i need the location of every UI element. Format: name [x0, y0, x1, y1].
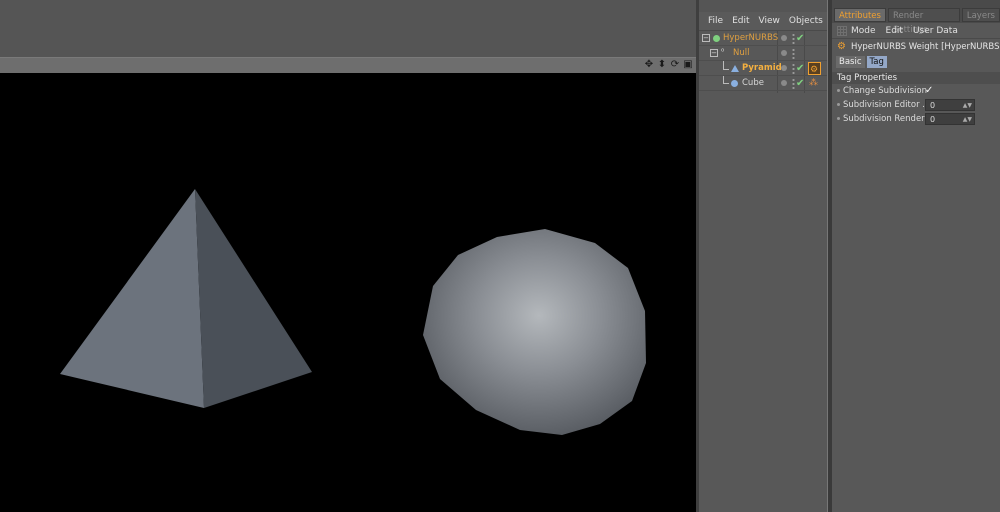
om-menu-view[interactable]: View [759, 16, 780, 26]
visibility-dot-icon[interactable] [781, 80, 787, 86]
prop-subdivision-editor: Subdivision Editor . . 0 ▲▼ [832, 98, 1000, 112]
toggle-view-icon[interactable]: ▣ [683, 59, 693, 71]
enabled-check-icon[interactable]: ✔ [796, 31, 804, 46]
tree-line [723, 76, 729, 84]
visibility-dot-icon[interactable] [781, 65, 787, 71]
subdivision-renderer-field[interactable]: 0 ▲▼ [925, 113, 975, 125]
dolly-view-icon[interactable]: ⬍ [657, 59, 667, 71]
hypernurbs-weight-tag-icon: ⚙ [837, 41, 846, 52]
panel-grip-icon[interactable] [837, 25, 847, 36]
phong-tag-icon[interactable]: ⁂ [809, 76, 818, 91]
editor-render-dots-icon[interactable] [792, 48, 795, 59]
prop-subdivision-renderer: Subdivision Renderer 0 ▲▼ [832, 112, 1000, 126]
stepper-arrows-icon[interactable]: ▲▼ [963, 114, 972, 126]
prop-label: Subdivision Editor . . [843, 100, 931, 110]
object-manager-menubar: File Edit View Objects [699, 12, 827, 31]
enabled-check-icon[interactable]: ✔ [796, 76, 804, 91]
attr-menu-user-data[interactable]: User Data [913, 26, 958, 36]
attributes-title: ⚙ HyperNURBS Weight [HyperNURBS Wei [832, 39, 1000, 55]
prop-change-subdivision: Change Subdivision ✓ [832, 84, 1000, 98]
om-menu-file[interactable]: File [708, 16, 723, 26]
move-view-icon[interactable]: ✥ [644, 59, 654, 71]
hypernurbs-icon [713, 35, 720, 42]
subdivision-editor-field[interactable]: 0 ▲▼ [925, 99, 975, 111]
collapse-icon[interactable]: − [702, 34, 710, 42]
object-manager: File Edit View Objects − HyperNURBS ✔ − … [699, 12, 827, 512]
3d-viewport[interactable] [0, 73, 696, 512]
editor-render-dots-icon[interactable] [792, 78, 795, 89]
object-row-null[interactable]: − ⁰ Null [699, 46, 827, 61]
prop-label: Change Subdivision [843, 86, 927, 96]
attributes-panel: Attributes Render Settings Layers Mode E… [832, 0, 1000, 512]
object-name: Cube [742, 78, 764, 88]
visibility-dot-icon[interactable] [781, 50, 787, 56]
pyramid-left-face [60, 189, 204, 408]
pyramid-object[interactable] [60, 189, 312, 408]
animation-dot-icon[interactable] [837, 89, 840, 92]
prop-label: Subdivision Renderer [843, 114, 934, 124]
tree-line [723, 61, 729, 70]
pyramid-right-face [195, 189, 312, 408]
tab-layers[interactable]: Layers [961, 8, 1000, 22]
cube-icon [731, 80, 738, 87]
field-value: 0 [930, 101, 936, 110]
editor-render-dots-icon[interactable] [792, 33, 795, 44]
viewport-scene [60, 189, 646, 435]
change-subdivision-checkbox[interactable]: ✓ [925, 85, 936, 96]
section-header: Tag Properties [832, 72, 1000, 84]
animation-dot-icon[interactable] [837, 103, 840, 106]
stepper-arrows-icon[interactable]: ▲▼ [963, 100, 972, 112]
object-row-hypernurbs[interactable]: − HyperNURBS ✔ [699, 31, 827, 46]
tab-attributes[interactable]: Attributes [834, 8, 886, 22]
attr-menu-mode[interactable]: Mode [851, 26, 876, 36]
null-icon: ⁰ [721, 47, 725, 56]
field-value: 0 [930, 115, 936, 124]
object-name: Pyramid [742, 63, 782, 73]
viewport-header: ✥ ⬍ ⟳ ▣ [0, 57, 697, 73]
editor-render-dots-icon[interactable] [792, 63, 795, 74]
subtab-tag[interactable]: Tag [866, 56, 887, 68]
object-name: Null [733, 48, 750, 58]
object-name: HyperNURBS [723, 33, 779, 43]
attr-menu-edit[interactable]: Edit [886, 26, 903, 36]
object-list: − HyperNURBS ✔ − ⁰ Null Pyramid ✔ ⚙ Cube… [699, 31, 827, 91]
enabled-check-icon[interactable]: ✔ [796, 61, 804, 76]
attributes-tabbar: Attributes Render Settings Layers [832, 0, 1000, 35]
viewport-nav-icons: ✥ ⬍ ⟳ ▣ [644, 59, 693, 71]
attributes-title-text: HyperNURBS Weight [HyperNURBS Wei [850, 42, 1000, 52]
visibility-dot-icon[interactable] [781, 35, 787, 41]
rotate-view-icon[interactable]: ⟳ [670, 59, 680, 71]
object-row-pyramid[interactable]: Pyramid ✔ ⚙ [699, 61, 827, 76]
om-menu-objects[interactable]: Objects [789, 16, 823, 26]
object-row-cube[interactable]: Cube ✔ ⁂ [699, 76, 827, 91]
subtab-basic[interactable]: Basic [836, 56, 865, 68]
pyramid-icon [731, 65, 739, 72]
subdivided-cube-object[interactable] [423, 229, 646, 435]
tab-render-settings[interactable]: Render Settings [887, 8, 960, 35]
top-empty-area [0, 0, 697, 57]
om-menu-edit[interactable]: Edit [732, 16, 749, 26]
attributes-subtabs: Basic Tag [832, 56, 1000, 70]
collapse-icon[interactable]: − [710, 49, 718, 57]
animation-dot-icon[interactable] [837, 117, 840, 120]
